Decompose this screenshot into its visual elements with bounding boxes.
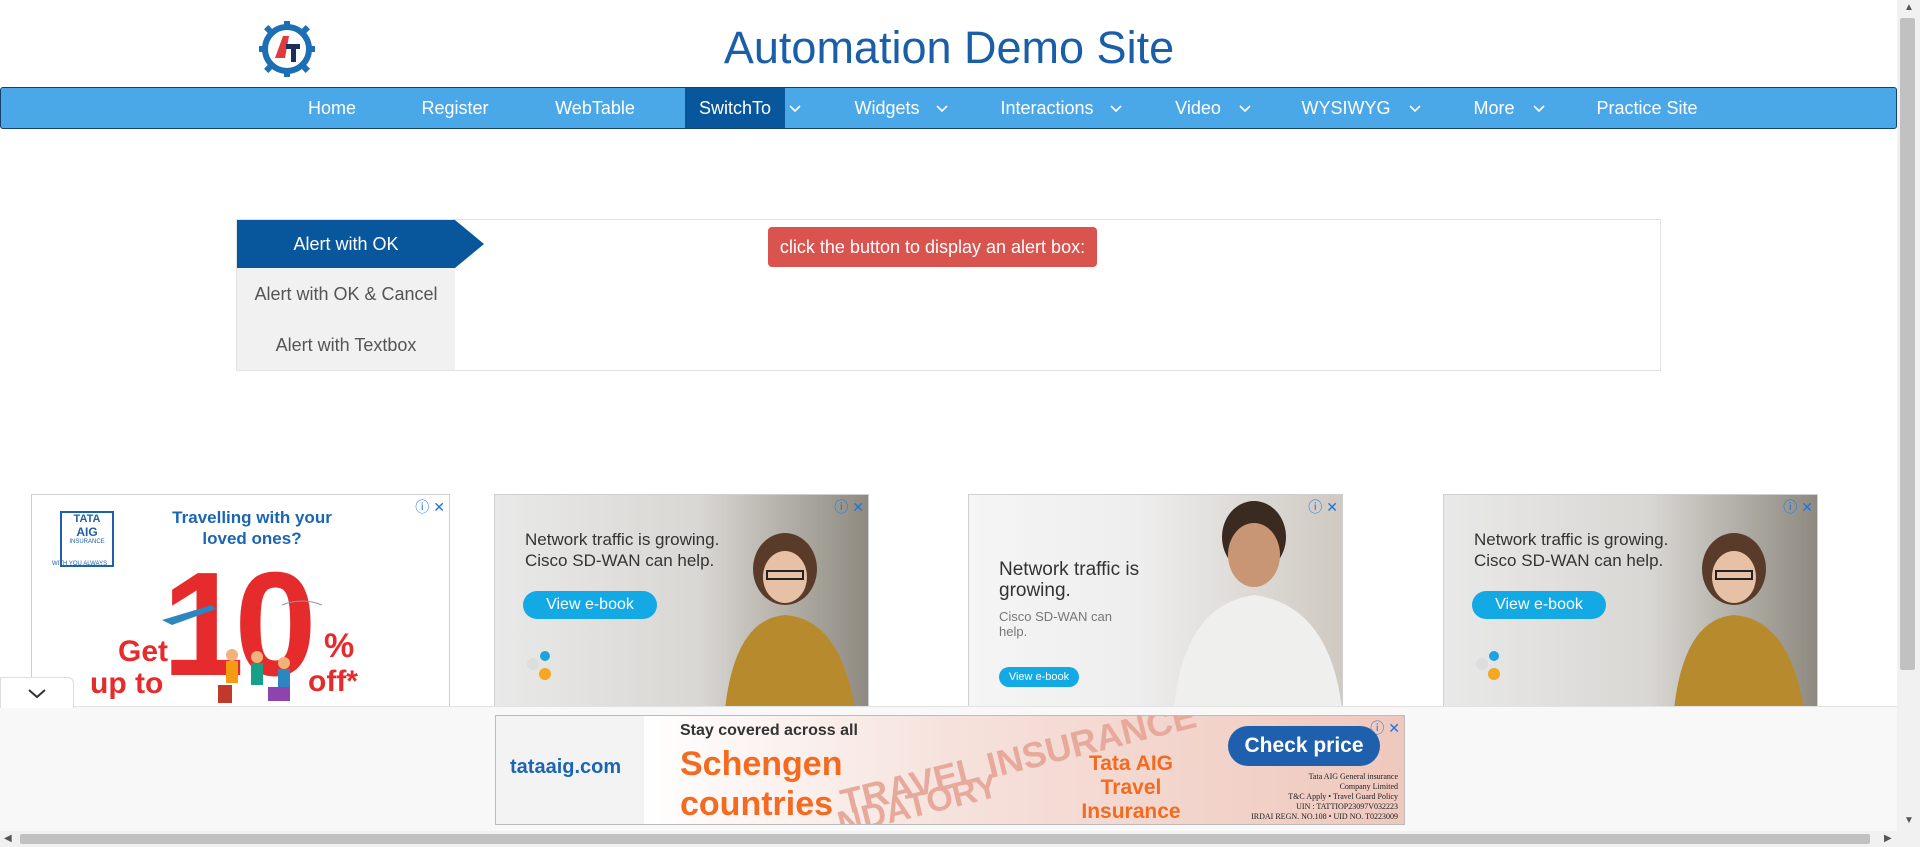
ad-close-icon[interactable]: ✕ — [1388, 720, 1400, 736]
chevron-down-icon — [28, 689, 46, 699]
nav-widgets[interactable]: Widgets — [837, 88, 937, 128]
ad-info-icon[interactable]: ⓘ — [834, 499, 848, 515]
vertical-scroll-thumb[interactable] — [1900, 18, 1915, 670]
tata-upto: up to — [90, 667, 164, 700]
wysiwyg-chevron-down-icon[interactable] — [1409, 88, 1421, 128]
ad-controls: ⓘ ✕ — [1366, 718, 1400, 738]
ad-info-icon[interactable]: ⓘ — [1783, 499, 1797, 515]
ad-cisco-2[interactable]: ⓘ ✕ Network traffic is growing. Cisco SD-… — [968, 494, 1343, 707]
tab-alert-ok[interactable]: Alert with OK — [237, 220, 455, 268]
cisco-subline: Cisco SD-WAN can help. — [999, 609, 1112, 639]
tata-tagline: WITH YOU ALWAYS — [52, 561, 108, 567]
active-tab-arrow — [455, 220, 484, 268]
tata-aig-logo: TATA AIG INSURANCE — [60, 511, 114, 567]
nav-home[interactable]: Home — [285, 88, 379, 128]
cisco-dots-icon — [527, 651, 551, 680]
scroll-right-arrow-icon[interactable]: ▶ — [1884, 833, 1892, 844]
product-text: Tata AIG Travel Insurance — [1081, 752, 1181, 823]
tab-alert-ok-cancel[interactable]: Alert with OK & Cancel — [237, 270, 455, 318]
travellers-illustration — [218, 649, 290, 703]
widgets-chevron-down-icon[interactable] — [936, 88, 948, 128]
tab-alert-textbox[interactable]: Alert with Textbox — [237, 321, 455, 369]
plane-illustration — [162, 600, 323, 625]
view-ebook-button[interactable]: View e-book — [523, 591, 657, 619]
nav-wysiwyg[interactable]: WYSIWYG — [1291, 88, 1401, 128]
scroll-down-arrow-icon[interactable]: ▼ — [1904, 815, 1914, 826]
ad-controls: ⓘ ✕ — [1779, 497, 1813, 517]
view-ebook-button[interactable]: View e-book — [999, 667, 1079, 687]
tata-off: off* — [308, 665, 358, 698]
bottom-tata-ad[interactable]: tataaig.com TRAVEL INSURANCE NDATORY Sta… — [495, 715, 1405, 825]
switchto-chevron-down-icon[interactable] — [789, 88, 801, 128]
ad-controls: ⓘ ✕ — [411, 497, 445, 517]
cisco-headline: Network traffic is growing. — [999, 559, 1140, 601]
man-photo — [1174, 501, 1342, 706]
ad-close-icon[interactable]: ✕ — [1801, 499, 1813, 515]
ad-tata-aig[interactable]: ⓘ ✕ TATA AIG INSURANCE WITH YOU ALWAYS Tr… — [31, 494, 450, 707]
nav-register[interactable]: Register — [404, 88, 506, 128]
legal-text: Tata AIG General insurance Company Limite… — [1251, 772, 1398, 821]
main-nav: Home Register WebTable SwitchTo Widgets … — [0, 87, 1897, 129]
nav-switchto[interactable]: SwitchTo — [685, 88, 785, 128]
check-price-button[interactable]: Check price — [1228, 726, 1380, 766]
nav-interactions[interactable]: Interactions — [991, 88, 1103, 128]
ad-info-icon[interactable]: ⓘ — [415, 499, 429, 515]
nav-webtable[interactable]: WebTable — [536, 88, 654, 128]
scroll-up-arrow-icon[interactable]: ▲ — [1904, 2, 1914, 13]
ad-close-icon[interactable]: ✕ — [433, 499, 445, 515]
collapse-ad-button[interactable] — [0, 677, 74, 708]
nav-more[interactable]: More — [1461, 88, 1527, 128]
nav-video[interactable]: Video — [1161, 88, 1235, 128]
scroll-left-arrow-icon[interactable]: ◀ — [4, 833, 12, 844]
nav-practice-site[interactable]: Practice Site — [1585, 88, 1709, 128]
ad-controls: ⓘ ✕ — [830, 497, 864, 517]
ad-close-icon[interactable]: ✕ — [852, 499, 864, 515]
page-title: Automation Demo Site — [723, 22, 1175, 73]
stay-covered-text: Stay covered across all — [680, 722, 858, 739]
ad-cisco-3[interactable]: ⓘ ✕ Network traffic is growing. Cisco SD-… — [1443, 494, 1818, 707]
horizontal-scroll-thumb[interactable] — [20, 834, 1870, 844]
ad-cisco-1[interactable]: ⓘ ✕ Network traffic is growing. Cisco SD-… — [494, 494, 869, 707]
view-ebook-button[interactable]: View e-book — [1472, 591, 1606, 619]
tata-get: Get — [118, 635, 169, 668]
schengen-text: Schengen countries — [680, 745, 843, 823]
woman-photo — [725, 533, 855, 706]
more-chevron-down-icon[interactable] — [1533, 88, 1545, 128]
video-chevron-down-icon[interactable] — [1239, 88, 1251, 128]
tata-domain: tataaig.com — [510, 756, 622, 778]
ad-info-icon[interactable]: ⓘ — [1370, 720, 1384, 736]
alert-tabs: Alert with OK Alert with OK & Cancel Ale… — [237, 220, 455, 370]
interactions-chevron-down-icon[interactable] — [1110, 88, 1122, 128]
cisco-dots-icon — [1476, 651, 1500, 680]
display-alert-button[interactable]: click the button to display an alert box… — [768, 227, 1097, 267]
woman-photo — [1674, 533, 1804, 706]
